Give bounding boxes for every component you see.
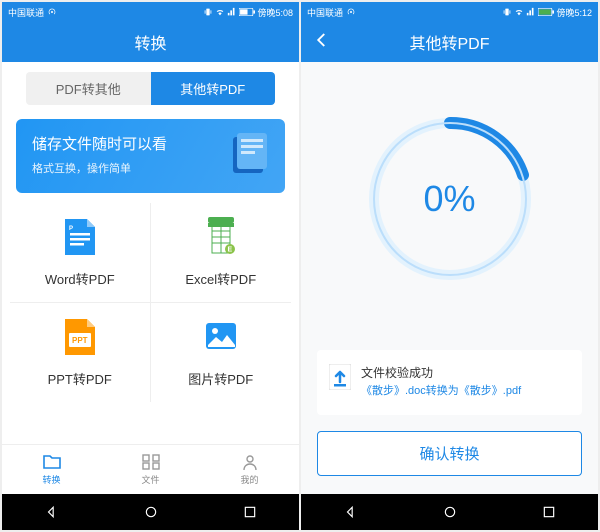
header: 其他转PDF bbox=[301, 22, 598, 62]
grid-item-image[interactable]: 图片转PDF bbox=[151, 303, 292, 402]
image-doc-icon bbox=[204, 317, 238, 357]
signal-icon bbox=[227, 7, 237, 17]
phone-left: 中国联通 傍晚5:08 转换 PDF转其他 其他转PDF 储存文件随时可以看 格… bbox=[2, 2, 299, 530]
nav-mine[interactable]: 我的 bbox=[200, 445, 299, 494]
grid-label: 图片转PDF bbox=[188, 369, 253, 388]
file-detail-text: 《散步》.doc转换为《散步》.pdf bbox=[361, 383, 521, 401]
folder-icon bbox=[42, 453, 62, 471]
wifi-icon bbox=[215, 7, 225, 17]
confirm-convert-button[interactable]: 确认转换 bbox=[317, 431, 582, 476]
tab-other-to-pdf[interactable]: 其他转PDF bbox=[151, 72, 276, 105]
sys-home-button[interactable] bbox=[142, 503, 160, 521]
wifi-hotspot-icon bbox=[347, 8, 355, 16]
progress-area: 0% bbox=[301, 62, 598, 336]
android-nav-bar bbox=[301, 494, 598, 530]
header: 转换 bbox=[2, 22, 299, 62]
files-grid-icon bbox=[141, 453, 161, 471]
grid-item-excel[interactable]: E Excel转PDF bbox=[151, 203, 292, 303]
svg-text:E: E bbox=[227, 247, 232, 254]
carrier-label: 中国联通 bbox=[307, 6, 343, 19]
nav-label: 文件 bbox=[141, 473, 159, 486]
time-label: 傍晚5:08 bbox=[257, 6, 293, 19]
grid-label: PPT转PDF bbox=[48, 369, 112, 388]
vibrate-icon bbox=[502, 7, 512, 17]
grid-item-word[interactable]: P Word转PDF bbox=[10, 203, 151, 303]
progress-percent: 0% bbox=[423, 178, 475, 220]
ppt-doc-icon: PPT bbox=[63, 317, 97, 357]
sys-recent-button[interactable] bbox=[540, 503, 558, 521]
wifi-icon bbox=[514, 7, 524, 17]
file-status-text: 文件校验成功 bbox=[361, 364, 521, 383]
android-nav-bar bbox=[2, 494, 299, 530]
header-title: 转换 bbox=[134, 30, 166, 54]
sys-recent-button[interactable] bbox=[241, 503, 259, 521]
phone-right: 中国联通 傍晚5:12 其他转PDF 0% bbox=[301, 2, 598, 530]
file-info: 文件校验成功 《散步》.doc转换为《散步》.pdf bbox=[361, 364, 521, 401]
conversion-grid: P Word转PDF E Excel转PDF PPT PPT转PDF 图片转PD… bbox=[2, 203, 299, 402]
banner[interactable]: 储存文件随时可以看 格式互换，操作简单 bbox=[16, 119, 285, 193]
tab-pdf-to-other[interactable]: PDF转其他 bbox=[26, 72, 151, 105]
conversion-body: 0% 文件校验成功 《散步》.doc转换为《散步》.pdf 确认转换 bbox=[301, 62, 598, 494]
person-icon bbox=[240, 453, 260, 471]
grid-label: Word转PDF bbox=[45, 269, 115, 288]
svg-text:PPT: PPT bbox=[72, 336, 88, 345]
nav-label: 我的 bbox=[240, 473, 258, 486]
back-button[interactable] bbox=[313, 31, 331, 53]
header-title: 其他转PDF bbox=[409, 30, 489, 54]
time-label: 傍晚5:12 bbox=[556, 6, 592, 19]
battery-charging-icon bbox=[538, 8, 554, 16]
nav-label: 转换 bbox=[42, 473, 60, 486]
status-bar: 中国联通 傍晚5:08 bbox=[2, 2, 299, 22]
sys-back-button[interactable] bbox=[43, 503, 61, 521]
excel-doc-icon: E bbox=[204, 217, 238, 257]
sys-home-button[interactable] bbox=[441, 503, 459, 521]
upload-file-icon bbox=[329, 364, 351, 390]
progress-circle: 0% bbox=[362, 111, 538, 287]
battery-icon bbox=[239, 8, 255, 16]
carrier-label: 中国联通 bbox=[8, 6, 44, 19]
tab-bar: PDF转其他 其他转PDF bbox=[2, 62, 299, 115]
svg-text:P: P bbox=[69, 226, 73, 232]
bottom-nav: 转换 文件 我的 bbox=[2, 444, 299, 494]
nav-files[interactable]: 文件 bbox=[101, 445, 200, 494]
grid-item-ppt[interactable]: PPT PPT转PDF bbox=[10, 303, 151, 402]
sys-back-button[interactable] bbox=[342, 503, 360, 521]
chevron-left-icon bbox=[313, 31, 331, 49]
vibrate-icon bbox=[203, 7, 213, 17]
signal-icon bbox=[526, 7, 536, 17]
document-art-icon bbox=[227, 133, 273, 179]
wifi-hotspot-icon bbox=[48, 8, 56, 16]
file-status-card: 文件校验成功 《散步》.doc转换为《散步》.pdf bbox=[317, 350, 582, 415]
nav-convert[interactable]: 转换 bbox=[2, 445, 101, 494]
status-bar: 中国联通 傍晚5:12 bbox=[301, 2, 598, 22]
grid-label: Excel转PDF bbox=[185, 269, 256, 288]
word-doc-icon: P bbox=[63, 217, 97, 257]
